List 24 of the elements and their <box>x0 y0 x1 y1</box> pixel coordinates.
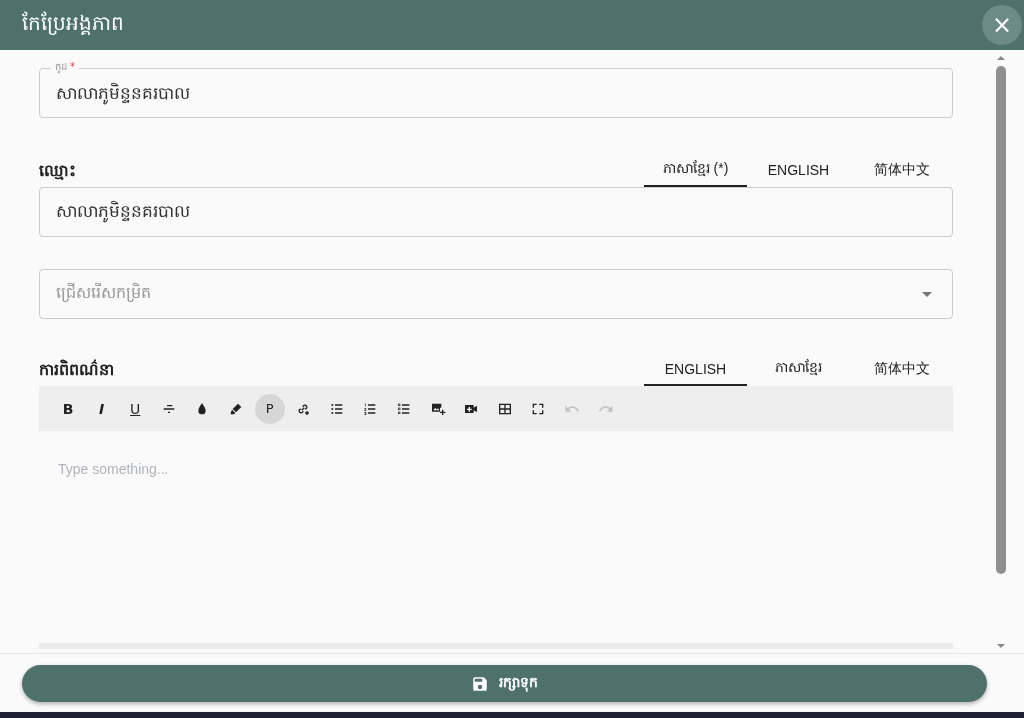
scroll-down-icon[interactable] <box>996 643 1006 649</box>
section-label: ការពិពណ៌នា <box>39 359 114 381</box>
save-icon <box>471 674 489 693</box>
language-tab[interactable]: 简体中文 <box>850 353 953 386</box>
scrollbar-thumb[interactable] <box>996 66 1006 574</box>
field-value: សាលាភូមិន្ទនគរបាល <box>56 199 190 225</box>
close-button[interactable]: × <box>982 5 1022 45</box>
select-placeholder: ជ្រើសរើសកម្រិត <box>56 282 151 304</box>
underline-button[interactable]: U <box>120 393 151 424</box>
dropdown-caret-icon <box>922 291 932 297</box>
language-tab[interactable]: ភាសាខ្មែរ <box>747 353 850 386</box>
paragraph-button[interactable]: P <box>254 393 285 424</box>
task-list-icon <box>395 400 412 417</box>
language-tab[interactable]: ENGLISH <box>747 154 850 187</box>
name-field[interactable]: សាលាភូមិន្ទនគរបាល <box>39 187 953 237</box>
dialog-title: កែប្រែអង្គភាព <box>22 10 124 37</box>
language-tab[interactable]: 简体中文 <box>850 154 953 187</box>
bold-button[interactable]: B <box>53 393 83 424</box>
field-value: សាលាភូមិន្ទនគរបាល <box>56 82 190 107</box>
editor-placeholder: Type something... <box>58 461 169 477</box>
section-label: ឈ្មោះ <box>39 160 76 182</box>
scroll-up-icon[interactable] <box>996 55 1006 61</box>
save-button[interactable]: រក្សាទុក <box>22 665 987 702</box>
italic-button[interactable]: I <box>86 393 117 424</box>
